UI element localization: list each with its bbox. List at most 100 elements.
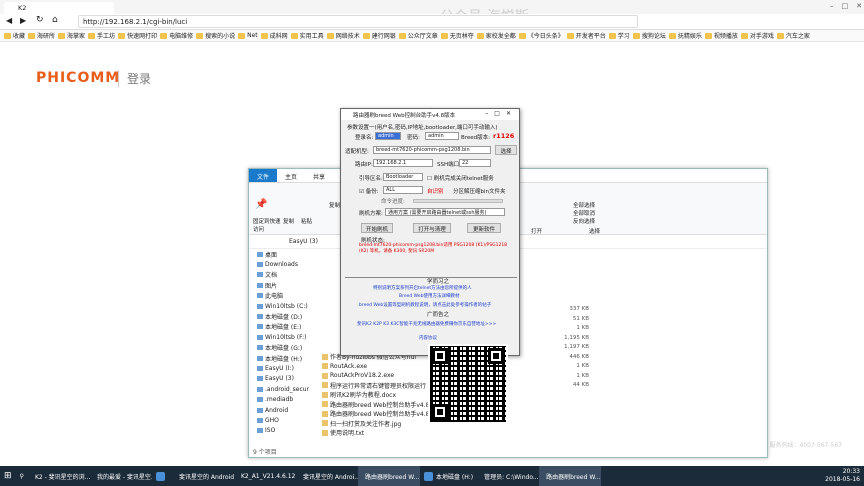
bookmark-item[interactable]: 搜狗论坛 xyxy=(632,31,666,40)
start-flash-button[interactable]: 开始刷机 xyxy=(361,223,393,233)
file-size-column: 337 KB 51 KB 1 KB 1,195 KB 1,197 KB 446 KB 1 K… xyxy=(549,306,589,392)
partition-option[interactable]: 分区解压缩bin文件夹 xyxy=(453,187,506,195)
boot-select[interactable]: Bootloader xyxy=(383,173,423,181)
bookmark-item[interactable]: 快速网打印 xyxy=(118,31,157,40)
taskbar-clock[interactable]: 20:33 2018-05-16 xyxy=(825,468,860,484)
bookmark-item[interactable]: 《今日头条》 xyxy=(518,31,564,40)
service-hotline: 服务热线：4007-567-567 xyxy=(769,442,842,449)
bookmark-item[interactable]: 海掌家 xyxy=(58,31,85,40)
ribbon-tab[interactable]: 主页 xyxy=(277,169,305,182)
update-software-button[interactable]: 更新软件 xyxy=(467,223,501,233)
start-button[interactable]: ⊞ xyxy=(0,466,16,486)
telnet-option[interactable]: ☐ 刷机完成关闭telnet服务 xyxy=(427,174,494,182)
minimize-icon[interactable]: – xyxy=(830,2,834,10)
taskbar-item[interactable]: 斐讯星空的 Android... xyxy=(172,466,234,486)
taskbar-item[interactable]: 斐讯星空的 Androi... xyxy=(296,466,358,486)
flash-scheme-select[interactable]: 通用方案 (需要开启路由器telnet或ssh服务) xyxy=(385,208,505,216)
nav-item[interactable]: 此电脑 xyxy=(249,291,317,301)
username-select[interactable]: admin xyxy=(375,132,401,140)
ribbon-tab[interactable]: 共享 xyxy=(305,169,333,182)
firmware-select[interactable]: breed-mt7620-phicomm-psg1208.bin xyxy=(373,146,491,154)
invert-selection-button[interactable]: 反向选择 xyxy=(573,217,595,225)
nav-item[interactable]: 本地磁盘 (H:) xyxy=(249,353,317,363)
bookmark-item[interactable]: 实用工具 xyxy=(290,31,324,40)
bookmark-item[interactable]: Net xyxy=(238,31,258,40)
browser-tab[interactable]: K2 xyxy=(4,2,114,14)
nav-item[interactable]: 本地磁盘 (D:) xyxy=(249,311,317,321)
refresh-icon[interactable]: ↻ xyxy=(36,15,44,25)
paste-button[interactable]: 粘贴 xyxy=(301,217,312,225)
nav-item[interactable]: ISO xyxy=(249,426,317,436)
ssh-port-select[interactable]: 22 xyxy=(459,159,491,167)
nav-item-label: 图片 xyxy=(265,282,278,290)
router-ip-input[interactable]: 192.168.2.1 xyxy=(373,159,433,167)
taskbar-item[interactable]: 本地磁盘 (H:) xyxy=(420,466,477,486)
taskbar-item[interactable]: 路由器刷breed W... xyxy=(357,466,420,486)
url-input[interactable]: http://192.168.2.1/cgi-bin/luci xyxy=(78,15,638,28)
taskbar-item[interactable] xyxy=(152,466,172,486)
copy-button[interactable]: 复制 xyxy=(283,217,294,225)
bookmark-item[interactable]: 建行网银 xyxy=(362,31,396,40)
pin-button[interactable]: 固定到快速访问 xyxy=(253,217,281,233)
maximize-icon[interactable]: □ xyxy=(842,2,849,10)
taskbar-item[interactable]: K2_A1_V21.4.6.12... xyxy=(234,466,296,486)
open-clean-button[interactable]: 打开与清理 xyxy=(413,223,451,233)
bookmark-item[interactable]: 收藏 xyxy=(4,31,25,40)
bookmark-item[interactable]: 搜索的小说 xyxy=(196,31,235,40)
learn-link-1[interactable]: 特别说明方案系列开启telnet方法由您所提供的人 xyxy=(373,285,472,291)
backup-select[interactable]: ALL xyxy=(383,186,423,194)
taskbar-item[interactable]: 我的最爱 - 斐讯星空... xyxy=(90,466,152,486)
nav-item[interactable]: 本地磁盘 (G:) xyxy=(249,343,317,353)
list-item[interactable]: 使用说明.txt xyxy=(322,428,502,438)
nav-item[interactable]: 文档 xyxy=(249,270,317,280)
nav-item[interactable]: Android xyxy=(249,405,317,415)
bookmark-item[interactable]: 电脑维修 xyxy=(160,31,193,40)
bookmark-item[interactable]: 家校发全都 xyxy=(476,31,516,40)
bookmark-item[interactable]: 网络技术 xyxy=(326,31,360,40)
nav-item[interactable]: .mediadb xyxy=(249,394,317,404)
taskbar-item[interactable]: 管理员: C:\Windo... xyxy=(477,466,539,486)
bookmark-item[interactable]: 视频播放 xyxy=(704,31,738,40)
close-icon[interactable]: ✕ xyxy=(856,2,862,10)
bookmark-item[interactable]: 成科网 xyxy=(260,31,288,40)
bookmark-item[interactable]: 汽车之家 xyxy=(776,31,810,40)
nav-item[interactable]: EasyU (I:) xyxy=(249,363,317,373)
nav-item[interactable]: Win10ltsb (C:) xyxy=(249,301,317,311)
bookmark-item[interactable]: 学习 xyxy=(608,31,630,40)
nav-item[interactable]: 桌面 xyxy=(249,249,317,259)
password-input[interactable]: admin xyxy=(425,132,459,140)
nav-item[interactable]: .android_secur xyxy=(249,384,317,394)
select-all-button[interactable]: 全部选择 xyxy=(573,201,595,209)
bookmark-item[interactable]: 抚精娱乐 xyxy=(668,31,702,40)
nav-item[interactable]: Win10ltsb (F:) xyxy=(249,332,317,342)
back-icon[interactable]: ◀ xyxy=(6,16,12,25)
pin-icon[interactable]: 📌 xyxy=(255,199,267,210)
content-link[interactable]: 内容协议 xyxy=(419,335,437,341)
search-button[interactable]: ⚲ xyxy=(16,466,28,486)
taskbar-item[interactable]: 路由器刷breed W... xyxy=(539,466,602,486)
backup-checkbox[interactable]: ☑ 备份: xyxy=(359,187,379,195)
nav-item[interactable]: 本地磁盘 (E:) xyxy=(249,322,317,332)
nav-item[interactable]: 图片 xyxy=(249,280,317,290)
nav-item[interactable]: EasyU (3) xyxy=(249,374,317,384)
ribbon-tab[interactable]: 文件 xyxy=(249,169,278,182)
bookmark-item[interactable]: 对手游戏 xyxy=(740,31,774,40)
dialog-controls[interactable]: –□✕ xyxy=(485,110,517,117)
bookmark-label: 家校发全都 xyxy=(485,33,516,40)
bookmark-item[interactable]: 开发者平台 xyxy=(566,31,606,40)
learn-link-2[interactable]: Breed Web使用方法详细教材 xyxy=(399,293,459,299)
file-icon xyxy=(322,420,328,427)
forward-icon[interactable]: ▶ xyxy=(20,16,26,25)
bookmark-item[interactable]: 手工坊 xyxy=(88,31,115,40)
select-none-button[interactable]: 全部取消 xyxy=(573,209,595,217)
bookmark-item[interactable]: 无页林夺 xyxy=(440,31,474,40)
bookmark-item[interactable]: 海研所 xyxy=(28,31,55,40)
select-firmware-button[interactable]: 选择 xyxy=(495,145,517,155)
bookmark-item[interactable]: 公众厅文章 xyxy=(398,31,438,40)
learn-link-3[interactable]: breed Web设置等型刷机教程说明，请点击此处参考操作者的帖子 xyxy=(359,302,491,308)
nav-item[interactable]: GHO xyxy=(249,415,317,425)
home-icon[interactable]: ⌂ xyxy=(52,15,58,25)
ad-link[interactable]: 斐讯K2 K2P K3 K3C智能千兆无线路由器免费赚你京东自营地址>>> xyxy=(357,321,496,327)
nav-item[interactable]: Downloads xyxy=(249,259,317,269)
taskbar-item[interactable]: K2 - 斐讯星空的浏... xyxy=(28,466,90,486)
